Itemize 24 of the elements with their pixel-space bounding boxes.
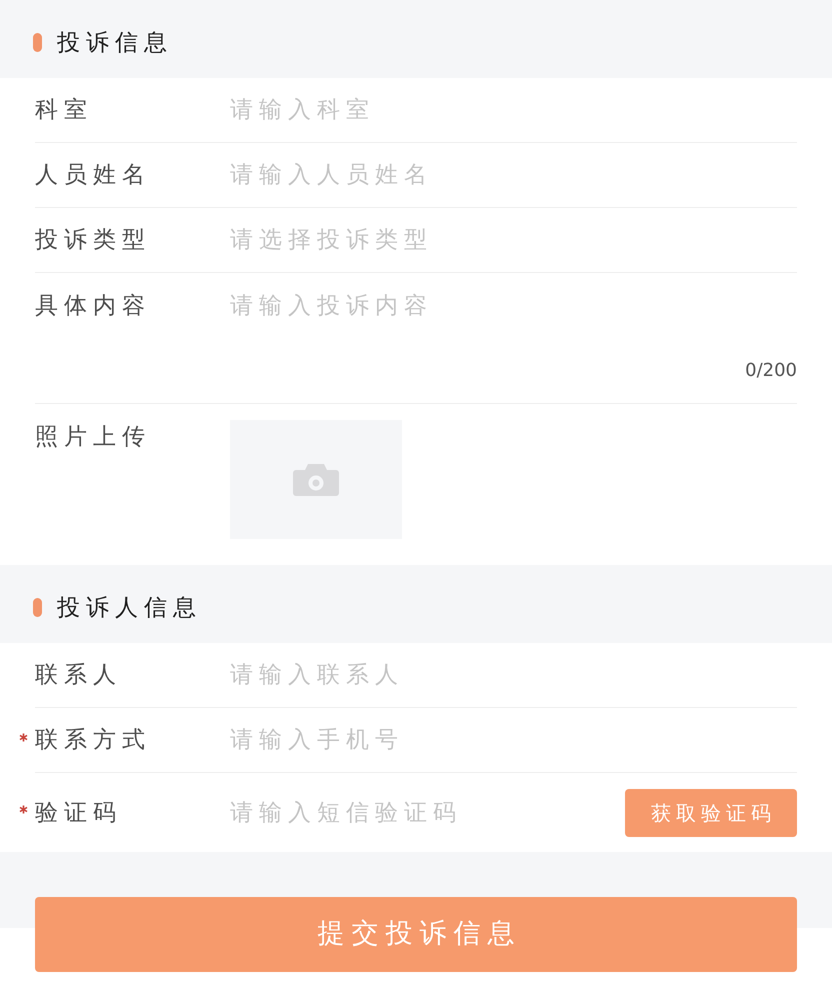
field-label: 投诉类型: [35, 226, 151, 255]
photo-upload-button[interactable]: [230, 420, 402, 539]
input-field[interactable]: 请输入短信验证码: [230, 794, 625, 830]
field-label: 照片上传: [35, 423, 151, 452]
field-label: 科室: [35, 96, 93, 125]
camera-icon: [293, 464, 339, 496]
input-field[interactable]: 请输入联系人: [230, 657, 797, 693]
field-label: 人员姓名: [35, 161, 151, 190]
section-title: 投诉人信息: [57, 594, 202, 622]
accent-bar-icon: [33, 33, 42, 52]
get-code-button[interactable]: 获取验证码: [625, 788, 797, 836]
field-label: 具体内容: [35, 292, 151, 321]
input-field[interactable]: 请选择投诉类型: [230, 222, 797, 258]
section-title: 投诉信息: [57, 28, 173, 58]
submit-button[interactable]: 提交投诉信息: [35, 897, 797, 972]
input-field[interactable]: 请输入科室: [230, 92, 797, 128]
field-label: 联系人: [35, 661, 122, 690]
field-label: 验证码: [35, 798, 122, 828]
input-field[interactable]: 请输入手机号: [230, 722, 797, 758]
accent-bar-icon: [33, 598, 42, 617]
textarea-field[interactable]: 请输入投诉内容: [230, 291, 797, 357]
input-field[interactable]: 请输入人员姓名: [230, 157, 797, 193]
character-counter: 0/200: [745, 359, 797, 383]
field-label: 联系方式: [35, 726, 151, 755]
